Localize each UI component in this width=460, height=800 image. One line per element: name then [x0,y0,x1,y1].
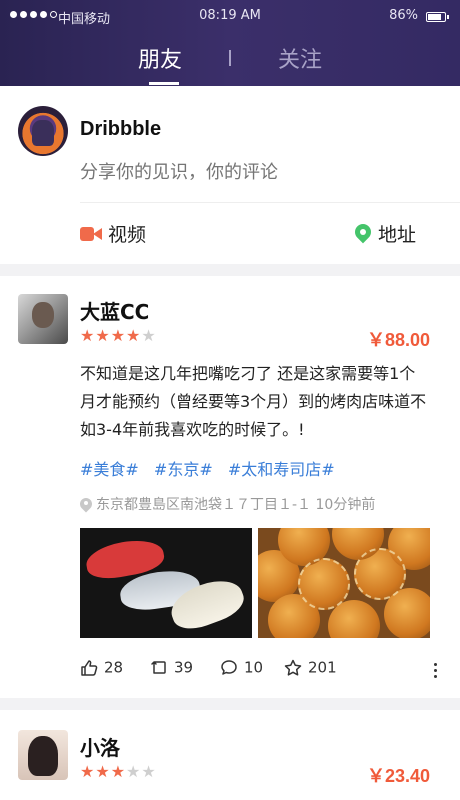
tab-following[interactable]: 关注 [278,42,322,74]
tag-link[interactable]: #东京# [154,460,213,479]
star-filled-icon: ★ [80,762,96,781]
star-outline-icon [284,659,302,676]
favorite-count: 201 [308,658,337,677]
repost-count: 39 [174,658,194,677]
avatar[interactable] [18,730,68,780]
tab-friends[interactable]: 朋友 [138,42,182,74]
add-video-label: 视频 [108,224,147,246]
post-price: ￥88.00 [366,330,430,350]
star-empty-icon: ★ [141,762,157,781]
location-pin-icon [80,498,92,512]
app-header: 中国移动 08:19 AM 86% 朋友 关注 [0,0,460,86]
star-filled-icon: ★ [95,762,111,781]
feed-post: 小洛 ★★★★★ ￥23.40 [0,710,460,800]
star-filled-icon: ★ [110,326,127,345]
active-tab-indicator [149,82,179,85]
add-video-button[interactable]: 视频 [80,220,146,247]
post-actions-bar: 28 39 10 201 [80,658,440,682]
compose-user-name: Dribbble [80,118,162,140]
favorite-button[interactable]: 201 [284,658,337,677]
star-filled-icon: ★ [126,326,142,345]
map-pin-icon [351,220,375,244]
star-filled-icon: ★ [110,762,127,781]
star-filled-icon: ★ [95,326,111,345]
post-author-name[interactable]: 小洛 [80,732,120,761]
avatar[interactable] [18,106,68,156]
battery-icon [426,12,449,22]
post-price: ￥23.40 [366,766,430,786]
add-location-label: 地址 [378,224,417,246]
post-author-name[interactable]: 大蓝CC [80,296,149,325]
like-count: 28 [104,658,124,677]
star-rating: ★★★★★ [80,326,157,345]
star-empty-icon: ★ [141,326,157,345]
compose-card: Dribbble 视频 图片 地址 [0,86,460,364]
thumbs-up-icon [81,659,98,676]
star-filled-icon: ★ [80,326,96,345]
sushi-photo[interactable] [80,528,252,638]
battery-percentage: 86% [389,8,418,23]
more-vertical-icon[interactable] [430,658,440,682]
comment-bubble-icon [221,659,237,675]
divider [80,202,460,203]
star-rating: ★★★★★ [80,762,157,781]
star-empty-icon: ★ [126,762,142,781]
tab-separator [229,50,231,66]
post-tags: #美食# #东京# #太和寿司店# [80,456,345,480]
status-bar: 中国移动 08:19 AM 86% [0,6,460,28]
comment-button[interactable]: 10 [220,658,263,677]
video-camera-icon [80,226,102,242]
avatar[interactable] [18,294,68,344]
post-location-text: 东京都豊島区南池袋１７丁目１-１ 10分钟前 [96,497,376,513]
tag-link[interactable]: #美食# [80,460,139,479]
like-button[interactable]: 28 [80,658,123,677]
post-location: 东京都豊島区南池袋１７丁目１-１ 10分钟前 [80,494,375,514]
tag-link[interactable]: #太和寿司店# [228,460,335,479]
compose-input[interactable] [80,162,440,183]
top-tabs: 朋友 关注 [0,38,460,86]
repost-button[interactable]: 39 [150,658,193,677]
add-location-button[interactable]: 地址 [351,220,417,247]
comment-count: 10 [244,658,264,677]
takoyaki-photo[interactable] [258,528,430,638]
post-text: 不知道是这几年把嘴吃刁了 还是这家需要等1个月才能预约（曾经要等3个月）到的烤肉… [80,364,427,439]
repost-icon [151,660,166,674]
feed-post: 大蓝CC ★★★★★ ￥88.00 不知道是这几年把嘴吃刁了 还是这家需要等1个… [0,276,460,698]
